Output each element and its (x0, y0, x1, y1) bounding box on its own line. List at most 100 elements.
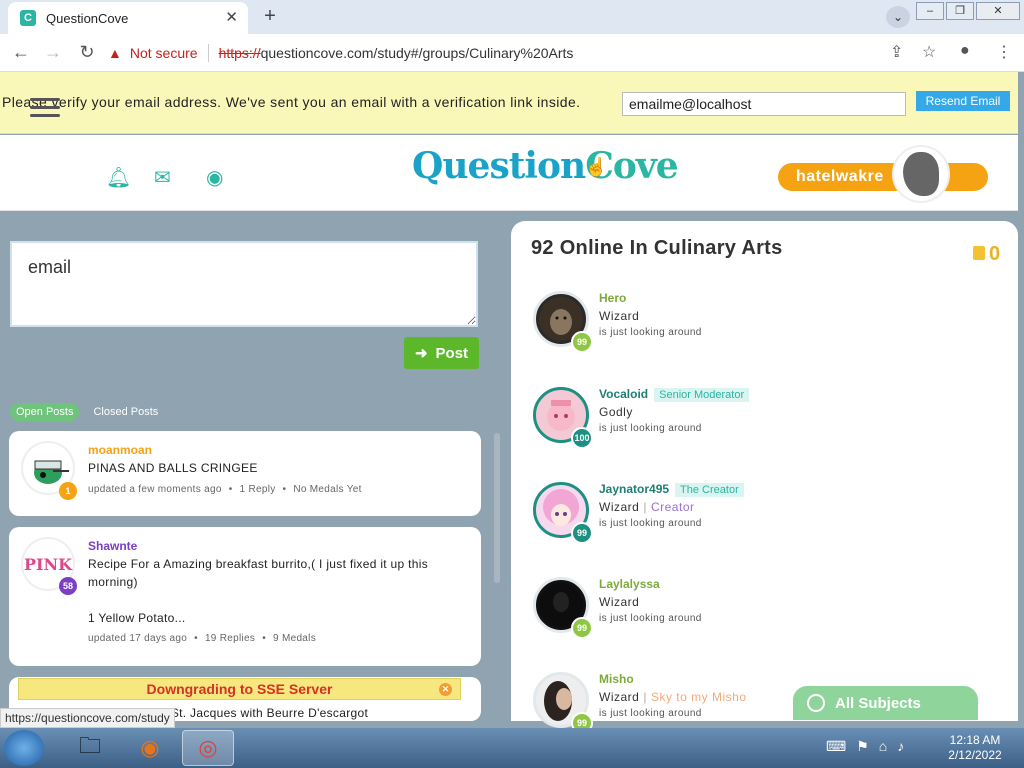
tab-closed-posts[interactable]: Closed Posts (87, 403, 164, 421)
post-replies: 19 Replies (204, 633, 256, 644)
user-rank: Godly (599, 405, 633, 419)
arrow-right-icon: ➜ (414, 345, 428, 362)
tab-questioncove[interactable]: C QuestionCove ✕ (8, 2, 248, 34)
post-button[interactable]: ➜ Post (404, 337, 479, 369)
online-username[interactable]: Laylalyssa (599, 577, 660, 591)
posts-scrollbar[interactable] (494, 433, 500, 583)
online-user-item[interactable]: 99 Jaynator495 The Creator Wizard | Creator… (533, 482, 1003, 549)
user-rank: Wizard (599, 595, 640, 609)
post-author-name[interactable]: moanmoan (88, 443, 152, 457)
taskbar-clock[interactable]: 12:18 AM 2/12/2022 (940, 733, 1010, 763)
online-user-item[interactable]: 99 Hero Wizard is just looking around (533, 291, 1003, 353)
windows-start-icon[interactable] (4, 730, 44, 766)
close-banner-icon[interactable]: ✕ (439, 683, 452, 696)
user-level-value: 100 (574, 433, 590, 443)
user-level-badge: 99 (571, 331, 593, 353)
post-author-name[interactable]: Shawnte (88, 539, 137, 553)
post-card[interactable]: PINK 58 Shawnte Recipe For a Amazing bre… (9, 527, 481, 666)
post-title[interactable]: lles St. Jacques with Beurre D'escargot (148, 706, 368, 720)
rank-extra: Creator (650, 500, 695, 514)
role-tag: Senior Moderator (654, 388, 750, 402)
sse-banner-text: Downgrading to SSE Server (146, 681, 333, 697)
role-tag: The Creator (675, 483, 744, 497)
link-status-url: https://questioncove.com/study (0, 708, 175, 728)
clock-time: 12:18 AM (949, 733, 1001, 747)
verify-email-input[interactable] (622, 92, 906, 116)
post-meta: updated a few moments ago • 1 Reply • No Med… (88, 484, 362, 495)
network-icon[interactable]: ⌂ (879, 738, 887, 755)
user-avatar[interactable] (892, 145, 950, 203)
user-level-value: 99 (576, 337, 587, 347)
post-filter-tabs: Open Posts Closed Posts (10, 403, 172, 421)
site-header: 🔔︎ ✉ ◉ QuestionCove ☝ hatelwakre (0, 135, 1018, 211)
tab-close-icon[interactable]: ✕ (225, 8, 238, 26)
omnibox-separator (207, 44, 209, 62)
firefox-icon[interactable]: ◉ (124, 730, 176, 766)
user-status: is just looking around (599, 613, 702, 624)
online-username[interactable]: Misho (599, 672, 634, 686)
reload-icon[interactable]: ↻ (76, 42, 98, 63)
user-level-value: 99 (576, 623, 587, 633)
url-scheme: https:// (218, 45, 261, 61)
back-icon[interactable]: ← (10, 42, 32, 63)
infinity-circle-icon (807, 694, 825, 712)
volume-icon[interactable]: ♪ (897, 738, 904, 755)
keyboard-icon[interactable]: ⌨ (826, 738, 846, 755)
online-username[interactable]: Hero (599, 291, 626, 305)
window-controls: – ❐ ✕ (914, 2, 1020, 20)
user-rank: Wizard | Creator (599, 500, 694, 514)
notifications-bell-icon[interactable]: 🔔︎ (106, 165, 131, 190)
online-username[interactable]: Jaynator495 The Creator (599, 482, 744, 497)
medal-count-value: 0 (989, 243, 1001, 265)
file-explorer-icon[interactable]: 🗀 (64, 730, 116, 766)
online-user-item[interactable]: 100 Vocaloid Senior Moderator Godly is ju… (533, 387, 1003, 449)
post-title[interactable]: PINAS AND BALLS CRINGEE (88, 459, 258, 477)
browser-menu-icon[interactable]: ⋮ (996, 42, 1012, 62)
chrome-icon[interactable]: ◎ (182, 730, 234, 766)
user-level-badge: 100 (571, 427, 593, 449)
user-menu-pill[interactable]: hatelwakre (778, 163, 988, 191)
minimize-icon[interactable]: – (916, 2, 944, 20)
post-title[interactable]: Recipe For a Amazing breakfast burrito,(… (88, 555, 458, 591)
messages-envelope-icon[interactable]: ✉ (154, 165, 171, 190)
not-secure-label[interactable]: Not secure (130, 45, 198, 61)
tab-open-posts[interactable]: Open Posts (10, 403, 80, 421)
profile-icon[interactable]: ● (960, 42, 970, 60)
tab-title: QuestionCove (46, 10, 129, 26)
questioncove-logo[interactable]: QuestionCove (412, 145, 679, 187)
address-bar: ← → ↻ ▲ Not secure https:// questioncove… (0, 34, 1024, 72)
system-tray: ⌨ ⚑ ⌂ ♪ (826, 738, 904, 755)
close-window-icon[interactable]: ✕ (976, 2, 1020, 20)
forward-icon[interactable]: → (42, 42, 64, 63)
browser-tabbar: C QuestionCove ✕ + ⌄ – ❐ ✕ (0, 0, 1024, 34)
restore-icon[interactable]: ❐ (946, 2, 974, 20)
tab-search-icon[interactable]: ⌄ (886, 6, 910, 28)
new-post-textarea[interactable]: email (10, 241, 478, 327)
hamburger-menu-icon[interactable] (30, 98, 60, 122)
warning-icon: ▲ (108, 45, 122, 61)
bookmark-star-icon[interactable]: ☆ (922, 42, 936, 62)
url-omnibox[interactable]: ▲ Not secure https:// questioncove.com/s… (108, 39, 948, 67)
windows-taskbar: 🗀 ◉ ◎ ⌨ ⚑ ⌂ ♪ 12:18 AM 2/12/2022 (0, 728, 1024, 768)
all-subjects-button[interactable]: All Subjects (793, 686, 978, 720)
sse-server-banner: Downgrading to SSE Server ✕ (18, 678, 461, 700)
level-value: 58 (62, 581, 73, 591)
online-username[interactable]: Vocaloid Senior Moderator (599, 387, 750, 402)
dolphin-avatar-icon (903, 152, 939, 196)
all-subjects-label: All Subjects (835, 694, 921, 712)
clock-date: 2/12/2022 (948, 748, 1002, 762)
post-medals: No Medals Yet (293, 484, 362, 495)
resend-email-button[interactable]: Resend Email (916, 91, 1010, 111)
username-text: Jaynator495 (599, 482, 670, 496)
level-badge: 1 (59, 482, 77, 500)
logo-question: Question (412, 145, 586, 187)
profile-user-icon[interactable]: ◉ (206, 165, 223, 190)
new-tab-icon[interactable]: + (258, 5, 282, 28)
rank-text: Wizard (599, 500, 640, 514)
post-card[interactable]: 1 moanmoan PINAS AND BALLS CRINGEE updat… (9, 431, 481, 516)
share-icon[interactable]: ⇪ (890, 42, 903, 62)
rank-divider: | (643, 690, 647, 704)
online-user-item[interactable]: 99 Laylalyssa Wizard is just looking aro… (533, 577, 1003, 639)
action-center-flag-icon[interactable]: ⚑ (856, 738, 869, 755)
level-value: 1 (65, 486, 71, 496)
